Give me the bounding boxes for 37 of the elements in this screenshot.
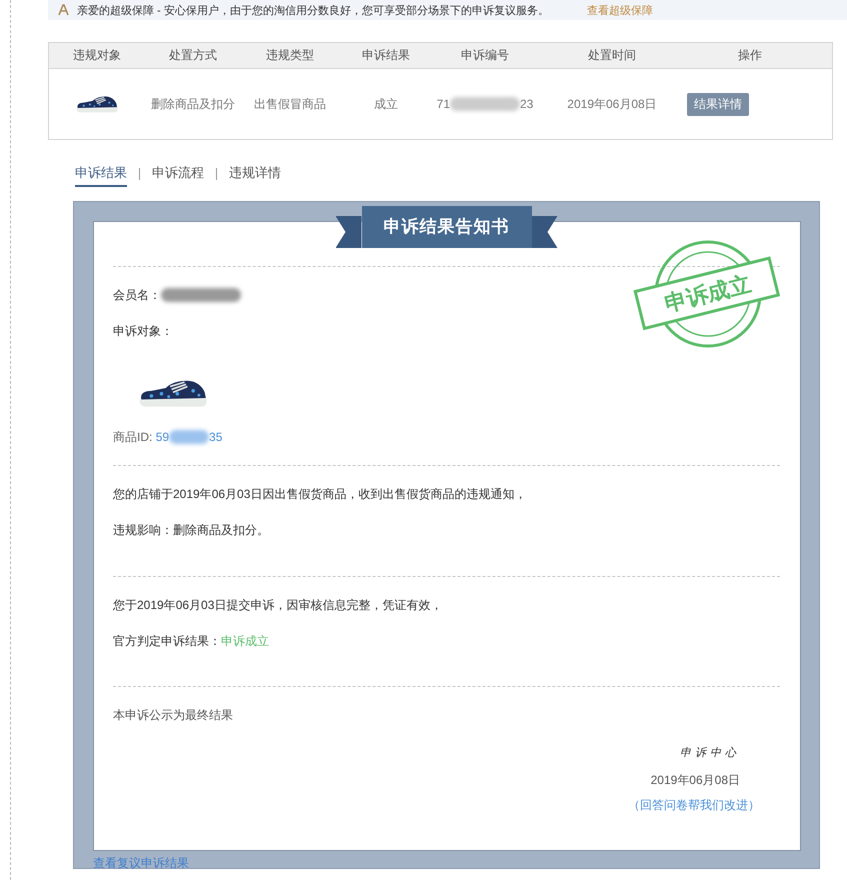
object-label: 申诉对象： (113, 323, 174, 339)
final-note: 本申诉公示为最终结果 (113, 707, 234, 723)
verdict-result: 申诉成立 (221, 634, 269, 648)
table-cell-text: 2019年06月08日 (566, 96, 658, 112)
column-header: 处置时间 (587, 47, 637, 64)
review-results-link[interactable]: 查看复议申诉结果 (93, 855, 189, 872)
signature: 申诉中心 (680, 745, 740, 760)
column-header: 申诉编号 (460, 47, 510, 64)
tab[interactable]: 申诉流程 (152, 164, 204, 187)
survey-link[interactable]: （回答问卷帮我们改进） (628, 797, 760, 814)
table-cell: 71 (436, 97, 450, 111)
appeal-text: 您于2019年06月03日提交申诉，因审核信息完整，凭证有效， (113, 597, 444, 613)
notice-date: 2019年06月08日 (650, 772, 740, 789)
table-cell-text: 出售假冒商品 (253, 96, 327, 112)
impact-text: 违规影响：删除商品及扣分。 (113, 522, 270, 538)
product-id-link[interactable]: 35 (209, 429, 222, 445)
tab[interactable]: 违规详情 (229, 164, 281, 187)
column-header: 违规对象 (72, 47, 122, 64)
redacted-blur (169, 430, 210, 444)
product-id-link[interactable]: 59 (156, 429, 170, 445)
banner-link[interactable]: 查看超级保障 (586, 2, 653, 18)
column-header: 操作 (737, 47, 763, 64)
member-label: 会员名： (113, 287, 161, 303)
column-header: 违规类型 (265, 47, 315, 64)
verdict-label: 官方判定申诉结果： (113, 634, 221, 648)
tab[interactable]: 申诉结果 (75, 164, 127, 187)
table-cell: 23 (520, 97, 534, 111)
title-ribbon: 申诉结果告知书 (336, 206, 558, 248)
product-id-label: 商品ID: (113, 429, 152, 445)
violation-text: 您的店铺于2019年06月03日因出售假货商品，收到出售假货商品的违规通知， (113, 486, 528, 502)
table-cell-text: 成立 (373, 96, 399, 112)
banner-message: 亲爱的超级保障 - 安心保用户，由于您的淘信用分数良好，您可享受部分场景下的申诉复议服务。 (77, 4, 549, 18)
result-details-button[interactable]: 结果详情 (687, 92, 749, 116)
column-header: 处置方式 (168, 47, 218, 64)
table-cell-text: 删除商品及扣分 (150, 96, 236, 112)
redacted-blur (450, 97, 520, 111)
column-header: 申诉结果 (361, 47, 411, 64)
